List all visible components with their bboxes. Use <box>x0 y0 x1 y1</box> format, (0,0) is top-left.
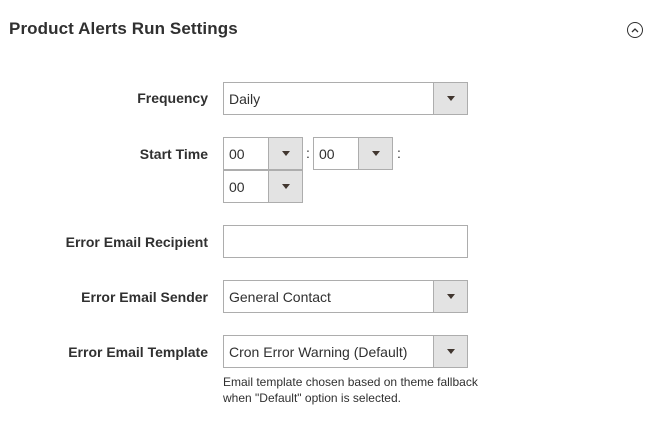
frequency-select[interactable]: Daily <box>223 82 468 115</box>
frequency-value: Daily <box>229 90 261 107</box>
error-email-template-value: Cron Error Warning (Default) <box>229 343 408 360</box>
error-email-template-label: Error Email Template <box>68 344 208 360</box>
dropdown-arrow-icon <box>268 138 302 169</box>
dropdown-arrow-icon <box>268 171 302 202</box>
start-time-label: Start Time <box>139 146 208 162</box>
collapse-section-button[interactable] <box>627 22 643 38</box>
chevron-up-icon <box>631 28 639 33</box>
start-time-hour-value: 00 <box>229 145 245 162</box>
error-email-template-note: Email template chosen based on theme fal… <box>223 375 478 405</box>
section-title: Product Alerts Run Settings <box>9 19 238 38</box>
start-time-minute-select[interactable]: 00 <box>313 137 393 170</box>
error-email-template-select[interactable]: Cron Error Warning (Default) <box>223 335 468 368</box>
time-separator: : <box>306 145 310 161</box>
dropdown-arrow-icon <box>433 83 467 114</box>
start-time-hour-select[interactable]: 00 <box>223 137 303 170</box>
frequency-label: Frequency <box>137 90 208 106</box>
start-time-second-value: 00 <box>229 178 245 195</box>
dropdown-arrow-icon <box>433 336 467 367</box>
start-time-second-select[interactable]: 00 <box>223 170 303 203</box>
time-separator: : <box>397 145 401 161</box>
error-email-sender-select[interactable]: General Contact <box>223 280 468 313</box>
error-email-recipient-label: Error Email Recipient <box>65 234 208 250</box>
dropdown-arrow-icon <box>358 138 392 169</box>
error-email-sender-value: General Contact <box>229 288 331 305</box>
error-email-recipient-input[interactable] <box>223 225 468 258</box>
start-time-minute-value: 00 <box>319 145 335 162</box>
error-email-sender-label: Error Email Sender <box>81 289 208 305</box>
dropdown-arrow-icon <box>433 281 467 312</box>
